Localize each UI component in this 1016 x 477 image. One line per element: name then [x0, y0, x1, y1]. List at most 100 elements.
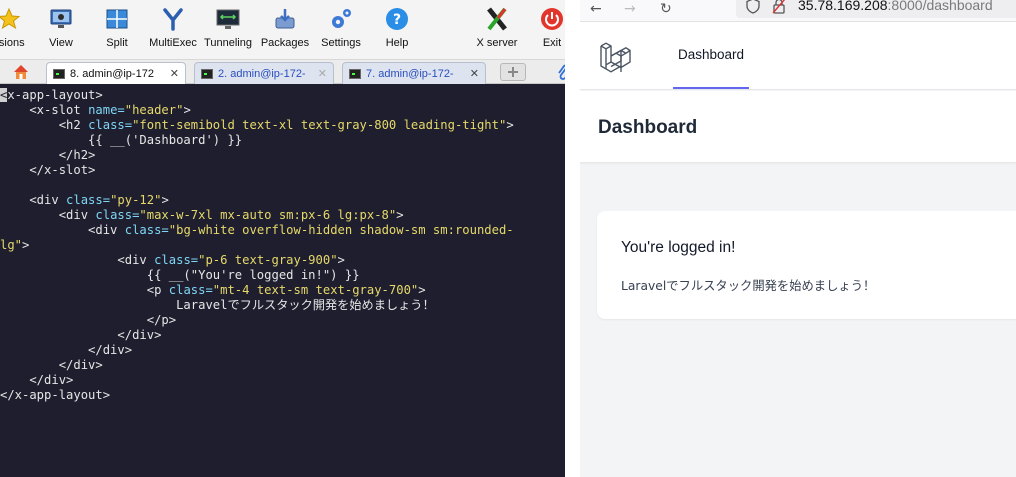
close-icon[interactable]: ✕ [466, 67, 479, 80]
settings-button[interactable]: Settings [320, 6, 362, 56]
plus-icon [508, 67, 518, 77]
terminal-line: </p> [0, 313, 565, 328]
packages-icon [272, 6, 298, 32]
terminal-line: </div> [0, 373, 565, 388]
code-token: </div> [0, 328, 162, 342]
terminal-line: Laravelでフルスタック開発を始めましょう！ [0, 298, 565, 313]
terminal-line: <p class="mt-4 text-sm text-gray-700"> [0, 283, 565, 298]
code-token: class= [95, 208, 140, 222]
session-tab[interactable]: 2. admin@ip-172- ✕ [194, 62, 334, 84]
terminal-line: <div class="p-6 text-gray-900"> [0, 253, 565, 268]
code-token: "header" [124, 103, 184, 117]
shield-icon[interactable] [746, 0, 760, 14]
dashboard-card: You're logged in! Laravelでフルスタック開発を始めましょ… [597, 211, 1016, 319]
terminal-line: </x-slot> [0, 163, 565, 178]
code-token: </div> [0, 358, 103, 372]
code-token: x-app-layout> [7, 88, 103, 102]
close-icon[interactable]: ✕ [314, 67, 327, 80]
terminal-line: <div class="max-w-7xl mx-auto sm:px-6 lg… [0, 208, 565, 223]
monitor-icon [48, 6, 74, 32]
x-server-button[interactable]: X server [474, 6, 520, 56]
code-token: </p> [0, 313, 177, 327]
close-icon[interactable]: ✕ [166, 67, 179, 80]
code-token: > [418, 283, 426, 297]
url-text[interactable]: 35.78.169.208:8000/dashboard [798, 0, 993, 13]
code-token: > [161, 193, 169, 207]
split-icon [104, 6, 130, 32]
terminal-line: <x-slot name="header"> [0, 103, 565, 118]
toolbar-label: Split [106, 37, 128, 49]
laravel-logo-icon[interactable] [599, 41, 631, 73]
mobaxterm-toolbar: ssions View Split MultiExec Tunneling [0, 0, 565, 60]
view-button[interactable]: View [46, 6, 76, 56]
toolbar-label: Exit [542, 37, 562, 49]
code-token: <p [0, 283, 169, 297]
reload-icon[interactable]: ↻ [660, 1, 672, 17]
code-token: <div [0, 253, 155, 267]
insecure-lock-icon[interactable] [772, 0, 786, 14]
code-token: </x-slot> [0, 163, 96, 177]
code-token: <h2 [0, 118, 89, 132]
terminal-line: lg"> [0, 238, 565, 253]
code-token: <div [0, 193, 67, 207]
url-host: 35.78.169.208 [798, 0, 888, 13]
sessions-button[interactable]: ssions [0, 6, 25, 56]
code-token: class= [88, 118, 133, 132]
code-token: <x-slot [0, 103, 89, 117]
back-icon[interactable]: ← [590, 1, 602, 17]
session-tab-bar: 8. admin@ip-172 ✕ 2. admin@ip-172- ✕ 7. … [0, 60, 572, 85]
code-token: class= [124, 223, 169, 237]
terminal-line: </h2> [0, 148, 565, 163]
x-server-icon [484, 6, 510, 32]
code-token: > [22, 238, 30, 252]
session-tab[interactable]: 8. admin@ip-172 ✕ [46, 62, 186, 84]
logged-in-message: You're logged in! [621, 239, 736, 256]
page-title: Dashboard [598, 117, 698, 138]
session-tab[interactable]: 7. admin@ip-172- ✕ [342, 62, 486, 84]
code-token: <div [0, 223, 125, 237]
code-token: > [183, 103, 191, 117]
toolbar-label: X server [476, 37, 518, 49]
home-tab[interactable] [12, 63, 30, 85]
code-token: <div [0, 208, 96, 222]
code-token: > [396, 208, 404, 222]
terminal-line: {{ __('Dashboard') }} [0, 133, 565, 148]
forward-icon[interactable]: → [624, 1, 636, 17]
terminal-icon [53, 68, 65, 79]
help-icon: ? [384, 6, 410, 32]
toolbar-label: Settings [321, 37, 361, 49]
terminal-line: {{ __("You're logged in!") }} [0, 268, 565, 283]
code-token: > [337, 253, 345, 267]
code-token: > [506, 118, 514, 132]
tunneling-icon [215, 6, 241, 32]
code-token: "p-6 text-gray-900" [198, 253, 338, 267]
packages-button[interactable]: Packages [261, 6, 309, 56]
terminal-line: </div> [0, 358, 565, 373]
help-button[interactable]: ? Help [382, 6, 412, 56]
code-token: "bg-white overflow-hidden shadow-sm sm:r… [168, 223, 514, 237]
terminal-line: <x-app-layout> [0, 88, 565, 103]
url-path: :8000/dashboard [887, 0, 993, 13]
terminal-line: </div> [0, 328, 565, 343]
toolbar-label: MultiExec [149, 37, 197, 49]
new-tab-button[interactable] [500, 63, 526, 81]
mobaxterm-window: ssions View Split MultiExec Tunneling [0, 0, 572, 477]
tunneling-button[interactable]: Tunneling [204, 6, 252, 56]
terminal-line: <h2 class="font-semibold text-xl text-gr… [0, 118, 565, 133]
browser-window: ← → ↻ 35.78.169.208:8000/dashboard Dashb… [580, 0, 1016, 477]
terminal-output[interactable]: <x-app-layout> <x-slot name="header"> <h… [0, 86, 565, 477]
home-icon [14, 65, 28, 79]
terminal-line: <div class="py-12"> [0, 193, 565, 208]
code-token: lg" [0, 238, 23, 252]
toolbar-label: View [49, 37, 73, 49]
code-token: </h2> [0, 148, 96, 162]
multiexec-button[interactable]: MultiExec [149, 6, 197, 56]
exit-button[interactable]: Exit [538, 6, 566, 56]
code-token: </div> [0, 343, 133, 357]
terminal-icon [201, 68, 213, 79]
nav-link-dashboard[interactable]: Dashboard [673, 22, 749, 89]
split-button[interactable]: Split [102, 6, 132, 56]
terminal-icon [349, 68, 361, 79]
gear-icon [328, 6, 354, 32]
